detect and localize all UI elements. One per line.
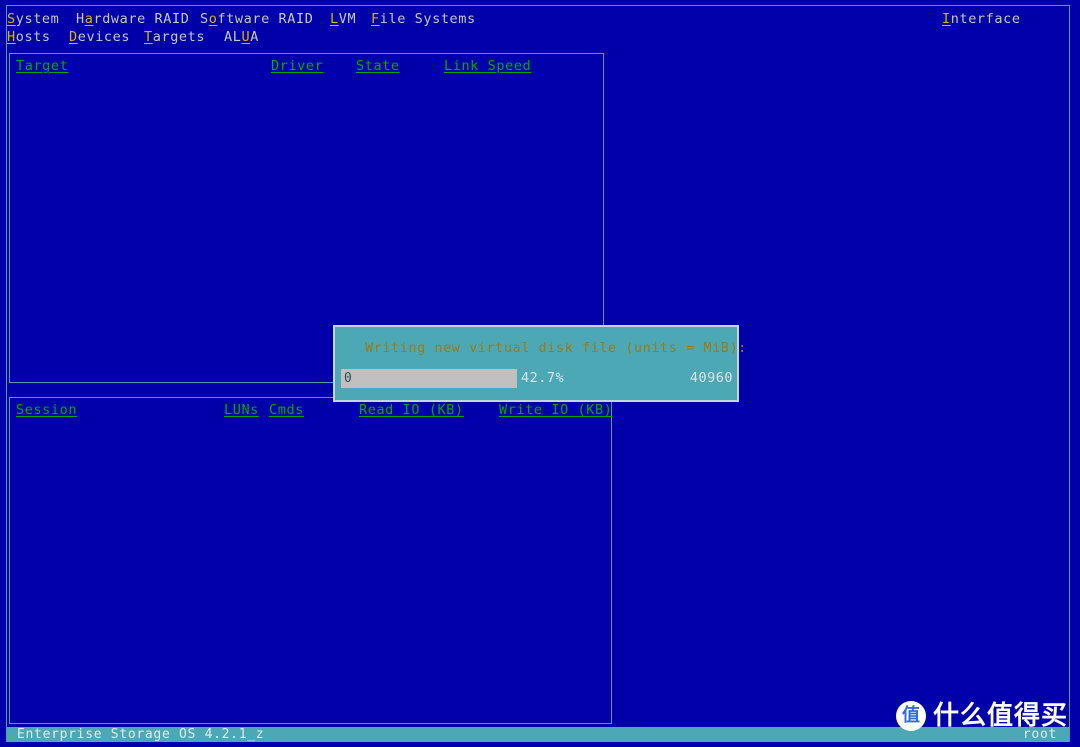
sessions-column-header-session[interactable]: Session bbox=[16, 403, 77, 418]
targets-column-header-link-speed[interactable]: Link Speed bbox=[444, 59, 531, 74]
menu-item-hosts[interactable]: Hosts bbox=[7, 30, 51, 45]
sessions-column-header-read-io-kb-[interactable]: Read IO (KB) bbox=[359, 403, 464, 418]
menu-item-interface[interactable]: Interface bbox=[942, 11, 1021, 27]
targets-column-header-target[interactable]: Target bbox=[16, 59, 68, 74]
sessions-panel[interactable]: Session LUNs Cmds Read IO (KB) Write IO (KB) bbox=[9, 397, 612, 724]
progress-total-label: 40960 bbox=[689, 370, 733, 386]
menu-item-devices[interactable]: Devices bbox=[69, 30, 130, 45]
sessions-column-header-luns[interactable]: LUNs bbox=[224, 403, 259, 418]
progress-start-label: 0 bbox=[344, 371, 352, 386]
terminal-screen: System Hardware RAID Software RAID LVM File … bbox=[0, 0, 1080, 747]
progress-bar-fill bbox=[341, 369, 517, 388]
menu-accelerator-key: I bbox=[942, 11, 951, 27]
progress-dialog[interactable]: Writing new virtual disk file (units = M… bbox=[333, 325, 746, 402]
sessions-column-header-cmds[interactable]: Cmds bbox=[269, 403, 304, 418]
menu-row-secondary: Hosts Devices Targets ALUA bbox=[7, 30, 1069, 51]
menu-item-alua[interactable]: ALUA bbox=[224, 30, 259, 45]
status-bar: Enterprise Storage OS 4.2.1_z root bbox=[7, 727, 1069, 742]
progress-bar-track: 0 bbox=[341, 369, 517, 388]
targets-column-header-state[interactable]: State bbox=[356, 59, 400, 74]
menu-row-right: Interface bbox=[7, 11, 1069, 33]
menu-bar: System Hardware RAID Software RAID LVM File … bbox=[7, 6, 1069, 46]
menu-item-targets[interactable]: Targets bbox=[144, 30, 205, 45]
targets-column-header-driver[interactable]: Driver bbox=[271, 59, 323, 74]
progress-bar-row: 0 42.7% 40960 bbox=[341, 369, 735, 389]
sessions-column-header-write-io-kb-[interactable]: Write IO (KB) bbox=[499, 403, 612, 418]
status-bar-user: root bbox=[1022, 727, 1057, 742]
progress-dialog-title: Writing new virtual disk file (units = M… bbox=[365, 340, 747, 356]
status-bar-os-version: Enterprise Storage OS 4.2.1_z bbox=[17, 727, 265, 742]
progress-percent-label: 42.7% bbox=[521, 370, 565, 386]
